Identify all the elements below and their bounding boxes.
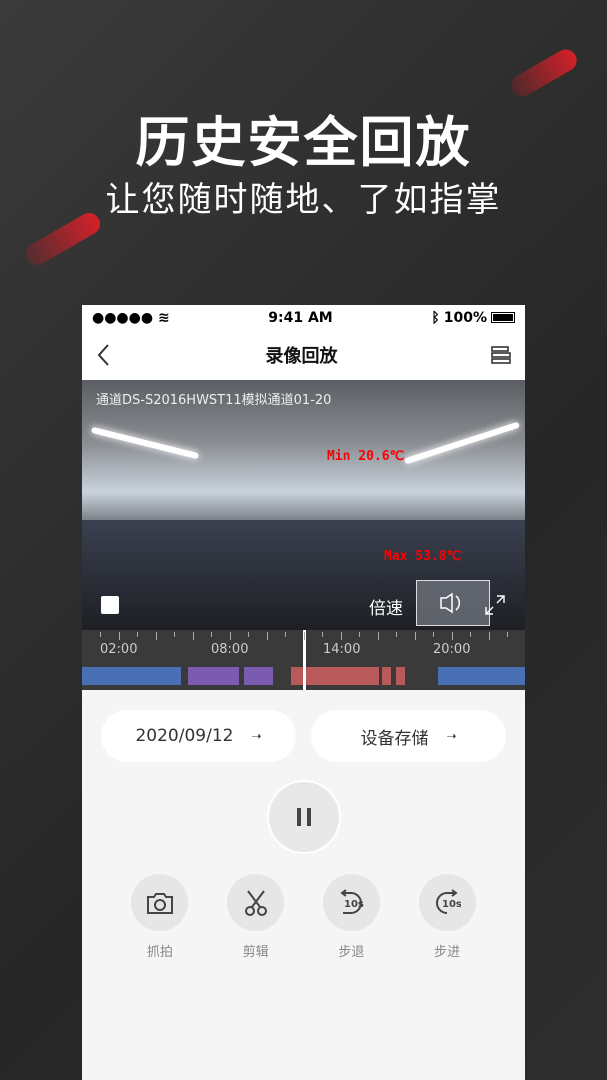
playback-timeline[interactable]: 02:00 08:00 14:00 20:00 [82,630,525,690]
phone-screen: ●●●●● ≋ 9:41 AM ᛒ 100% 录像回放 通道DS-S2016HWS… [82,305,525,1080]
recording-segment[interactable] [244,667,273,685]
date-value: 2020/09/12 [135,726,234,746]
back-icon[interactable] [96,343,112,367]
promo-subheadline: 让您随时随地、了如指掌 [105,180,502,220]
timeline-tick [470,632,471,637]
list-menu-icon[interactable] [491,346,511,364]
scissors-icon [244,889,267,916]
pause-icon [296,808,311,826]
timeline-tick [285,632,286,637]
timeline-tick [211,632,212,637]
recording-segment[interactable] [188,667,239,685]
timeline-tick [303,632,305,640]
speed-button[interactable]: 倍速 [369,594,403,619]
timeline-tick [414,632,416,640]
status-bar: ●●●●● ≋ 9:41 AM ᛒ 100% [82,305,525,330]
pause-button[interactable] [266,780,341,854]
tool-label: 剪辑 [242,945,269,960]
tool-label: 步进 [434,945,461,960]
ceiling-light [90,426,200,460]
step-back-button[interactable]: 10s 步退 [322,874,380,960]
battery-text: 100% [443,309,487,326]
recording-segment[interactable] [82,667,181,685]
timeline-tick [266,632,268,640]
timeline-tick [359,632,360,637]
timeline-tick [229,632,231,640]
min-temperature: Min 20.6℃ [327,449,405,464]
tool-label: 步退 [338,945,365,960]
video-player[interactable]: 通道DS-S2016HWST11模拟通道01-20 Min 20.6℃ Max … [82,380,525,630]
speaker-icon [440,592,461,614]
status-time: 9:41 AM [268,309,333,326]
timeline-tick [118,632,120,640]
storage-picker-button[interactable]: 设备存储 ➝ [311,710,506,762]
camera-icon [146,892,173,914]
tool-label: 抓拍 [146,945,173,960]
sound-button[interactable] [416,580,490,626]
timeline-tick [137,632,138,637]
svg-text:10s: 10s [344,899,364,910]
decor-slash [507,45,581,101]
timeline-tick [451,632,453,640]
step-forward-button[interactable]: 10s 步进 [418,874,476,960]
time-label: 08:00 [211,642,249,657]
timeline-tick [248,632,249,637]
clip-button[interactable]: 剪辑 [227,874,285,960]
timeline-tick [396,632,397,637]
recording-segment[interactable] [396,667,405,685]
arrow-right-icon: ➝ [446,729,457,743]
timeline-tick [174,632,175,637]
storage-value: 设备存储 [360,728,429,749]
max-temperature: Max 53.8℃ [384,549,462,564]
snapshot-button[interactable]: 抓拍 [131,874,189,960]
timeline-tick [155,632,157,640]
fullscreen-icon[interactable] [484,594,506,616]
bluetooth-icon: ᛒ [431,309,440,326]
forward-10s-icon: 10s [436,888,461,914]
time-label: 02:00 [100,642,138,657]
timeline-tick [192,632,194,640]
nav-bar: 录像回放 [82,330,525,380]
timeline-tick [507,632,508,637]
recording-segment[interactable] [382,667,391,685]
signal-icon: ●●●●● ≋ [92,309,170,326]
arrow-right-icon: ➝ [251,729,262,743]
time-label: 20:00 [433,642,471,657]
page-title: 录像回放 [265,346,338,367]
ceiling-light [404,421,520,465]
timeline-tick [488,632,490,640]
channel-label: 通道DS-S2016HWST11模拟通道01-20 [96,393,332,408]
timeline-tick [340,632,342,640]
stop-button[interactable] [101,596,119,614]
timeline-tick [433,632,434,637]
timeline-tick [377,632,379,640]
timeline-tick [322,632,323,637]
battery-icon [490,312,515,323]
recording-segment[interactable] [438,667,525,685]
timeline-tick [100,632,101,637]
promo-headline: 历史安全回放 [135,111,472,174]
time-label: 14:00 [323,642,361,657]
rewind-10s-icon: 10s [340,888,364,914]
date-picker-button[interactable]: 2020/09/12 ➝ [101,710,296,762]
svg-text:10s: 10s [442,899,461,910]
